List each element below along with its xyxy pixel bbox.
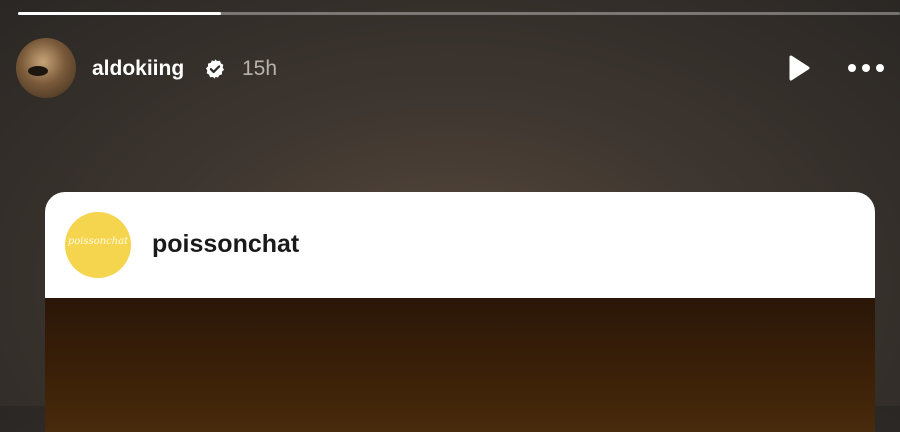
shared-post-username[interactable]: poissonchat	[152, 230, 299, 259]
author-avatar[interactable]	[16, 38, 76, 98]
post-time: 15h	[242, 57, 278, 80]
story-header: aldokiing 15h	[16, 38, 900, 100]
author-username[interactable]: aldokiing	[92, 57, 184, 81]
shared-post-avatar[interactable]: poissonchat	[65, 212, 131, 278]
verified-badge-icon	[206, 59, 224, 79]
shared-post-avatar-logo: poissonchat	[67, 236, 129, 247]
shared-post-card[interactable]: poissonchat poissonchat	[45, 192, 875, 432]
story-progress-bar	[18, 12, 900, 15]
story-progress-fill	[18, 12, 221, 15]
avatar-nose	[28, 66, 48, 76]
shared-post-media[interactable]	[45, 298, 875, 432]
play-icon[interactable]	[786, 54, 812, 82]
more-options-icon[interactable]	[846, 58, 886, 78]
